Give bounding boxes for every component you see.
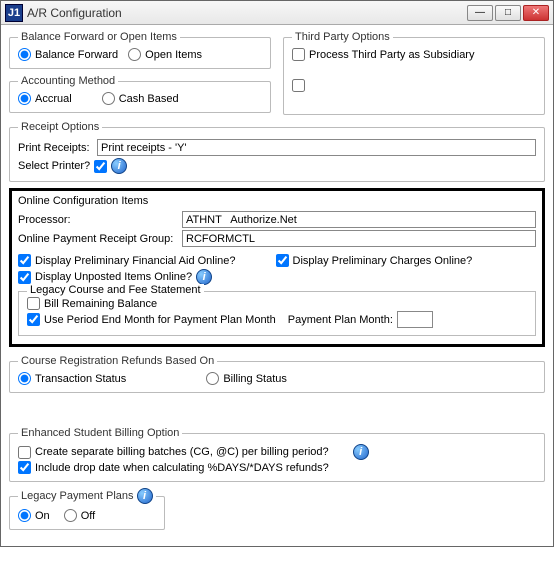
display-finaid-checkbox[interactable] (18, 254, 31, 267)
processor-input[interactable] (182, 211, 536, 228)
display-unposted-checkbox[interactable] (18, 271, 31, 284)
minimize-button[interactable]: — (467, 5, 493, 21)
cash-based-radio[interactable] (102, 92, 115, 105)
balance-forward-radio[interactable] (18, 48, 31, 61)
accrual-radio[interactable] (18, 92, 31, 105)
balance-forward-group: Balance Forward or Open Items Balance Fo… (9, 31, 271, 69)
display-unposted-label: Display Unposted Items Online? (35, 271, 192, 283)
refunds-group: Course Registration Refunds Based On Tra… (9, 355, 545, 393)
create-batches-label: Create separate billing batches (CG, @C)… (35, 446, 329, 458)
legacy-plans-legend: Legacy Payment Plans i (18, 488, 156, 504)
legacy-off-radio[interactable] (64, 509, 77, 522)
third-party-group: Third Party Options Process Third Party … (283, 31, 545, 115)
legacy-plans-group: Legacy Payment Plans i On Off (9, 488, 165, 530)
process-third-party-checkbox[interactable] (292, 48, 305, 61)
bill-remaining-checkbox[interactable] (27, 297, 40, 310)
display-charges-checkbox[interactable] (276, 254, 289, 267)
titlebar: J1 A/R Configuration — □ ✕ (1, 1, 553, 25)
app-icon: J1 (5, 4, 23, 22)
auto-generate-checkbox[interactable] (292, 79, 305, 92)
third-party-legend: Third Party Options (292, 31, 393, 43)
receipt-options-legend: Receipt Options (18, 121, 102, 133)
use-period-end-checkbox[interactable] (27, 313, 40, 326)
payment-plan-month-input[interactable] (397, 311, 433, 328)
receipt-group-input[interactable] (182, 230, 536, 247)
display-finaid-label: Display Preliminary Financial Aid Online… (35, 255, 236, 267)
info-icon[interactable]: i (196, 269, 212, 285)
enhanced-billing-group: Enhanced Student Billing Option Create s… (9, 427, 545, 482)
maximize-button[interactable]: □ (495, 5, 521, 21)
online-config-box: Online Configuration Items Processor: On… (9, 188, 545, 347)
select-printer-checkbox[interactable] (94, 160, 107, 173)
refunds-legend: Course Registration Refunds Based On (18, 355, 217, 367)
open-items-label: Open Items (145, 49, 202, 61)
auto-generate-label: Auto Generate Third Party Charges (309, 80, 482, 92)
select-printer-label: Select Printer? (18, 160, 90, 172)
info-icon[interactable]: i (111, 158, 127, 174)
create-batches-checkbox[interactable] (18, 446, 31, 459)
bill-remaining-label: Bill Remaining Balance (44, 298, 157, 310)
legacy-off-label: Off (81, 510, 95, 522)
processor-label: Processor: (18, 214, 178, 226)
info-icon[interactable]: i (353, 444, 369, 460)
info-icon[interactable]: i (137, 488, 153, 504)
transaction-status-radio[interactable] (18, 372, 31, 385)
legacy-course-fee-legend: Legacy Course and Fee Statement (27, 284, 204, 296)
cash-based-label: Cash Based (119, 93, 179, 105)
print-receipts-input[interactable] (97, 139, 536, 156)
billing-status-label: Billing Status (223, 373, 287, 385)
billing-status-radio[interactable] (206, 372, 219, 385)
open-items-radio[interactable] (128, 48, 141, 61)
legacy-course-fee-group: Legacy Course and Fee Statement Bill Rem… (18, 291, 536, 336)
display-charges-label: Display Preliminary Charges Online? (293, 255, 473, 267)
close-button[interactable]: ✕ (523, 5, 549, 21)
receipt-group-label: Online Payment Receipt Group: (18, 233, 178, 245)
payment-plan-month-label: Payment Plan Month: (288, 314, 393, 326)
balance-forward-label: Balance Forward (35, 49, 118, 61)
accounting-method-legend: Accounting Method (18, 75, 118, 87)
include-drop-label: Include drop date when calculating %DAYS… (35, 462, 329, 474)
client-area: Balance Forward or Open Items Balance Fo… (1, 25, 553, 546)
window-frame: J1 A/R Configuration — □ ✕ Balance Forwa… (0, 0, 554, 547)
legacy-on-label: On (35, 510, 50, 522)
window-title: A/R Configuration (27, 6, 467, 20)
enhanced-billing-legend: Enhanced Student Billing Option (18, 427, 182, 439)
accrual-label: Accrual (35, 93, 72, 105)
print-receipts-label: Print Receipts: (18, 142, 93, 154)
process-third-party-label: Process Third Party as Subsidiary (309, 49, 474, 61)
legacy-on-radio[interactable] (18, 509, 31, 522)
online-config-title: Online Configuration Items (18, 195, 536, 207)
receipt-options-group: Receipt Options Print Receipts: Select P… (9, 121, 545, 182)
use-period-end-label: Use Period End Month for Payment Plan Mo… (44, 314, 276, 326)
window-buttons: — □ ✕ (467, 5, 549, 21)
balance-forward-legend: Balance Forward or Open Items (18, 31, 180, 43)
include-drop-checkbox[interactable] (18, 461, 31, 474)
accounting-method-group: Accounting Method Accrual Cash Based (9, 75, 271, 113)
transaction-status-label: Transaction Status (35, 373, 126, 385)
